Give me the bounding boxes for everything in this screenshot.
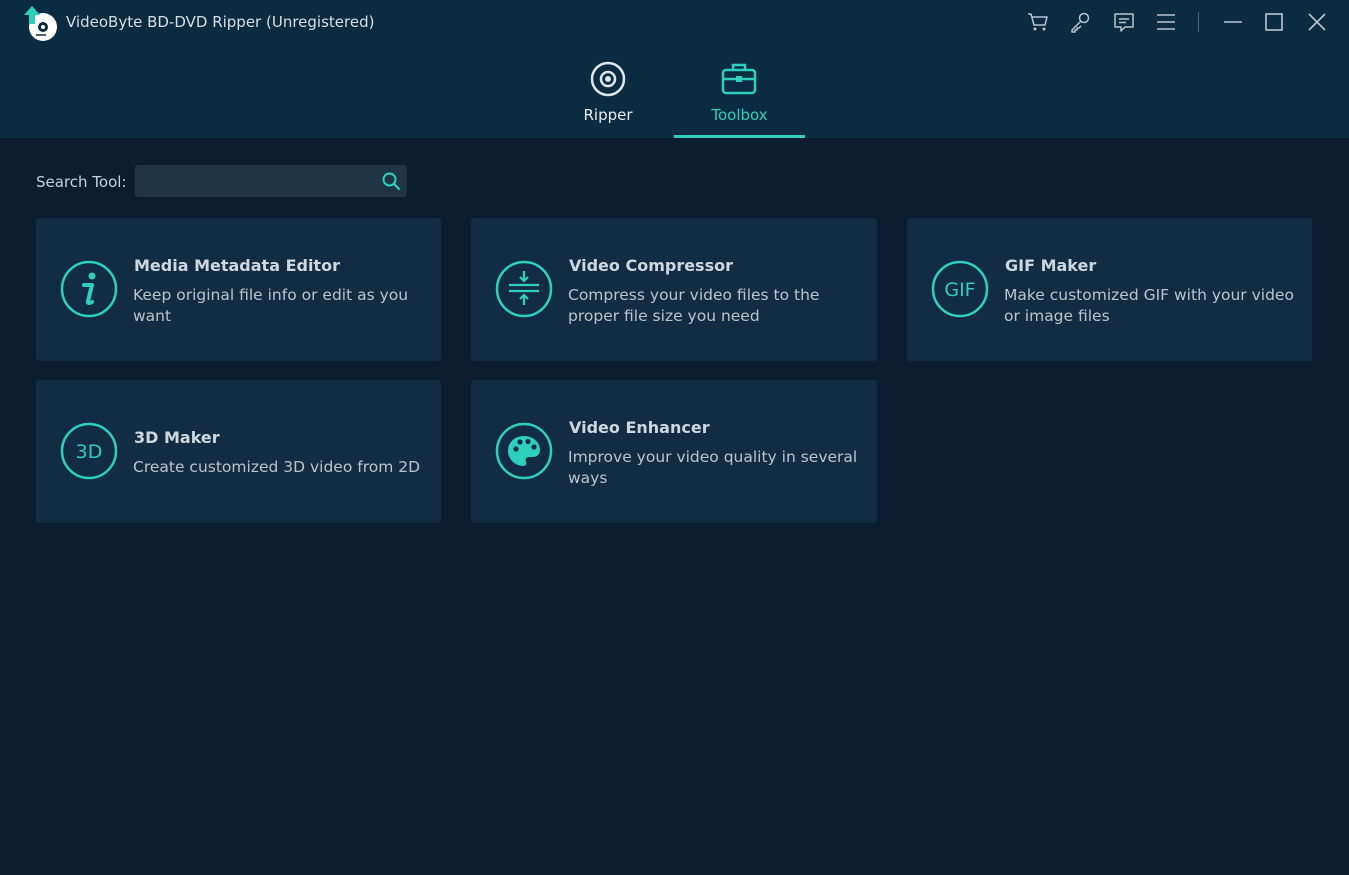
3d-icon-text: 3D	[76, 441, 103, 463]
tool-title: Media Metadata Editor	[134, 256, 340, 275]
tab-ripper[interactable]: Ripper	[560, 46, 656, 138]
tool-description: Create customized 3D video from 2D	[133, 458, 421, 476]
tool-title: 3D Maker	[134, 428, 220, 447]
tool-description: Compress your video files to the proper …	[568, 286, 820, 325]
palette-icon	[494, 421, 554, 481]
maximize-icon[interactable]	[1262, 10, 1286, 34]
search-tool-label: Search Tool:	[36, 173, 127, 191]
title-bar: VideoByte BD-DVD Ripper (Unregistered)	[0, 0, 1349, 46]
tab-toolbox[interactable]: Toolbox	[674, 46, 805, 138]
tab-ripper-label: Ripper	[583, 106, 633, 124]
main-tabs: Ripper Toolbox	[0, 46, 1349, 138]
info-icon	[59, 259, 119, 319]
tool-card-media-metadata-editor[interactable]: Media Metadata Editor Keep original file…	[36, 218, 441, 361]
tool-description: Keep original file info or edit as you w…	[133, 286, 409, 325]
tool-card-video-enhancer[interactable]: Video Enhancer Improve your video qualit…	[471, 380, 877, 523]
compress-icon	[494, 259, 554, 319]
search-tool-input[interactable]	[135, 165, 375, 197]
tool-title: GIF Maker	[1005, 256, 1097, 275]
menu-icon[interactable]	[1154, 10, 1178, 34]
close-icon[interactable]	[1305, 10, 1329, 34]
gif-icon: GIF	[930, 259, 990, 319]
toolbox-icon	[721, 63, 757, 95]
active-tab-indicator	[674, 135, 805, 138]
tool-description: Improve your video quality in several wa…	[568, 448, 858, 487]
disc-icon	[590, 61, 626, 97]
titlebar-divider	[1198, 12, 1199, 32]
tool-title: Video Compressor	[569, 256, 733, 275]
tool-card-gif-maker[interactable]: GIF GIF Maker Make customized GIF with y…	[907, 218, 1312, 361]
cart-icon[interactable]	[1026, 10, 1050, 34]
app-header: VideoByte BD-DVD Ripper (Unregistered) R…	[0, 0, 1349, 138]
search-icon[interactable]	[381, 171, 401, 191]
videobyte-logo-icon	[22, 4, 60, 42]
tool-card-3d-maker[interactable]: 3D 3D Maker Create customized 3D video f…	[36, 380, 441, 523]
tool-title: Video Enhancer	[569, 418, 710, 437]
tool-description: Make customized GIF with your video or i…	[1004, 286, 1294, 325]
feedback-icon[interactable]	[1112, 10, 1136, 34]
tab-toolbox-label: Toolbox	[711, 106, 768, 124]
app-title: VideoByte BD-DVD Ripper (Unregistered)	[66, 13, 375, 31]
gif-icon-text: GIF	[944, 279, 975, 301]
3d-icon: 3D	[59, 421, 119, 481]
minimize-icon[interactable]	[1221, 10, 1245, 34]
search-tool-box	[135, 165, 407, 197]
key-icon[interactable]	[1068, 10, 1092, 34]
tool-card-video-compressor[interactable]: Video Compressor Compress your video fil…	[471, 218, 877, 361]
